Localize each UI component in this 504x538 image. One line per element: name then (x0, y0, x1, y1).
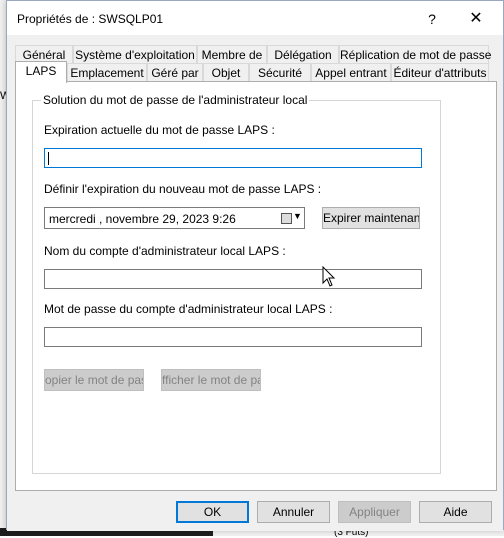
tab-password-replication[interactable]: Réplication de mot de passe (339, 45, 491, 64)
admin-password-label: Mot de passe du compte d'administrateur … (44, 302, 333, 316)
tab-security[interactable]: Sécurité (249, 63, 311, 82)
show-password-button[interactable]: fficher le mot de passe (161, 369, 261, 391)
tab-member-of[interactable]: Membre de (197, 45, 267, 64)
admin-account-label: Nom du compte d'administrateur local LAP… (44, 244, 286, 258)
text-caret (48, 152, 49, 165)
tab-operating-system[interactable]: Système d'exploitation (73, 45, 197, 64)
window-title: Propriétés de : SWSQLP01 (17, 12, 164, 26)
mouse-cursor-icon (322, 266, 336, 287)
tab-attribute-editor[interactable]: Éditeur d'attributs (391, 63, 489, 82)
close-icon[interactable]: ✕ (459, 7, 493, 31)
cancel-button[interactable]: Annuler (257, 501, 330, 523)
groupbox-title: Solution du mot de passe de l'administra… (41, 93, 310, 107)
new-expiration-value: mercredi , novembre 29, 2023 9:26 (49, 212, 236, 226)
dialog-body: Général Système d'exploitation Membre de… (7, 35, 503, 531)
new-expiration-datepicker[interactable]: mercredi , novembre 29, 2023 9:26 ▼ (44, 207, 305, 229)
help-icon[interactable]: ? (415, 7, 449, 31)
properties-dialog: Propriétés de : SWSQLP01 ? ✕ Général Sys… (6, 0, 504, 531)
tab-object[interactable]: Objet (203, 63, 249, 82)
title-bar[interactable]: Propriétés de : SWSQLP01 ? ✕ (7, 1, 503, 35)
laps-groupbox: Solution du mot de passe de l'administra… (32, 93, 441, 474)
admin-account-field[interactable] (44, 269, 422, 289)
copy-password-button[interactable]: opier le mot de passe (44, 369, 144, 391)
tab-managed-by[interactable]: Géré par (147, 63, 203, 82)
tab-laps[interactable]: LAPS (15, 61, 67, 83)
current-expiration-label: Expiration actuelle du mot de passe LAPS… (44, 123, 275, 137)
tab-location[interactable]: Emplacement (67, 63, 147, 82)
admin-password-field[interactable] (44, 327, 422, 347)
new-expiration-label: Définir l'expiration du nouveau mot de p… (44, 182, 322, 196)
chevron-down-icon[interactable]: ▼ (293, 211, 302, 221)
expire-now-button[interactable]: Expirer maintenant (322, 207, 420, 229)
ok-button[interactable]: OK (176, 501, 249, 523)
apply-button[interactable]: Appliquer (338, 501, 411, 523)
tab-dial-in[interactable]: Appel entrant (311, 63, 391, 82)
tab-delegation[interactable]: Délégation (267, 45, 339, 64)
laps-tab-page: Solution du mot de passe de l'administra… (15, 81, 497, 491)
current-expiration-field[interactable] (44, 148, 422, 168)
help-button[interactable]: Aide (419, 501, 492, 523)
calendar-icon[interactable] (281, 213, 292, 224)
